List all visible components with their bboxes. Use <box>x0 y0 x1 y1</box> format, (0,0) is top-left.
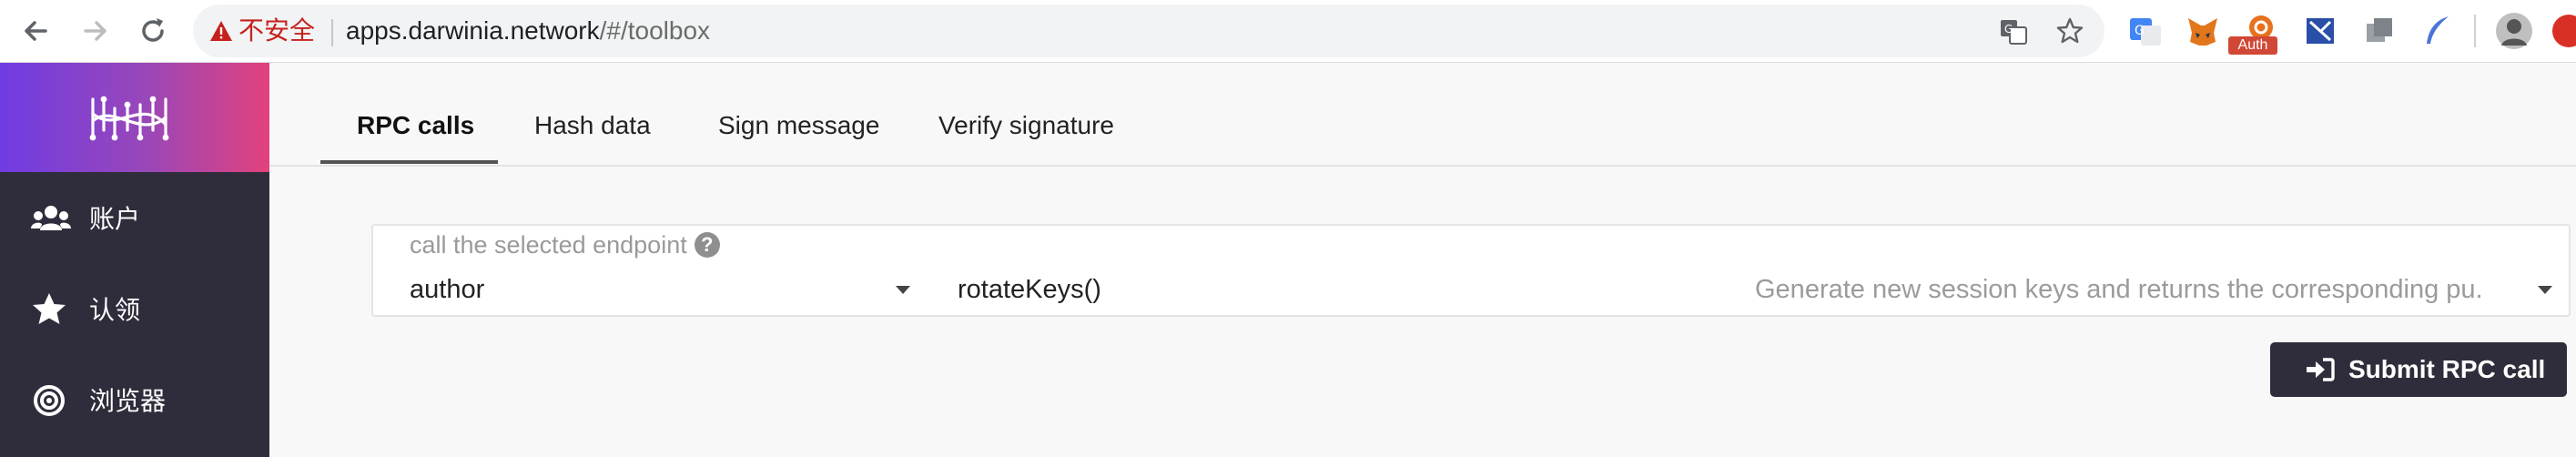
profile-avatar-icon[interactable] <box>2494 11 2534 51</box>
rpc-endpoint-selector: call the selected endpoint? author rotat… <box>371 224 2571 317</box>
rpc-section-value: author <box>410 275 485 304</box>
svg-text:G: G <box>2004 23 2013 36</box>
tab-rpc-calls[interactable]: RPC calls <box>357 63 474 165</box>
rpc-section-dropdown[interactable]: author <box>410 269 919 310</box>
warning-icon <box>210 21 232 41</box>
omnibox-divider <box>331 18 334 46</box>
rpc-method-dropdown[interactable]: rotateKeys() Generate new session keys a… <box>958 269 2560 310</box>
darwinia-logo-icon[interactable] <box>86 94 177 143</box>
toolbox-tabs: RPC calls Hash data Sign message Verify … <box>269 63 2576 167</box>
sidebar-item-label: 账户 <box>89 204 141 234</box>
submit-button-label: Submit RPC call <box>2348 355 2546 383</box>
sidebar-item-label: 浏览器 <box>89 386 167 416</box>
sidebar: 账户 认领 浏览器 <box>0 63 269 457</box>
sidebar-item-claim[interactable]: 认领 <box>0 265 269 356</box>
star-icon <box>33 293 66 324</box>
svg-text:G: G <box>2135 24 2145 38</box>
field-label: call the selected endpoint? <box>410 231 720 259</box>
polkadot-extension-icon[interactable] <box>2301 11 2341 51</box>
tab-verify-signature[interactable]: Verify signature <box>938 63 1114 165</box>
back-arrow-icon[interactable] <box>18 13 55 49</box>
sidebar-item-explorer[interactable]: 浏览器 <box>0 356 269 447</box>
tab-sign-message[interactable]: Sign message <box>718 63 879 165</box>
rpc-method-description: Generate new session keys and returns th… <box>1755 275 2483 304</box>
feather-extension-icon[interactable] <box>2418 11 2458 51</box>
sign-in-icon <box>2307 358 2335 381</box>
submit-rpc-call-button[interactable]: Submit RPC call <box>2270 342 2567 397</box>
target-icon <box>34 385 65 416</box>
forward-arrow-icon[interactable] <box>76 13 113 49</box>
tabs-extension-icon[interactable] <box>2359 11 2399 51</box>
tab-hash-data[interactable]: Hash data <box>534 63 651 165</box>
chevron-down-icon <box>2538 286 2552 294</box>
users-icon <box>31 206 71 230</box>
url-host: apps.darwinia.network <box>346 16 600 45</box>
update-alert-icon[interactable] <box>2549 11 2576 51</box>
toolbar-divider <box>2474 15 2476 47</box>
browser-toolbar: 不安全 apps.darwinia.network/#/toolbox G G A… <box>0 0 2576 63</box>
chevron-down-icon <box>896 286 910 294</box>
field-label-text: call the selected endpoint <box>410 231 687 259</box>
metamask-fox-icon[interactable] <box>2183 11 2223 51</box>
security-warning-label: 不安全 <box>238 15 316 46</box>
sidebar-item-accounts[interactable]: 账户 <box>0 174 269 265</box>
auth-extension-badge: Auth <box>2228 36 2277 55</box>
help-icon[interactable]: ? <box>694 232 720 258</box>
translate-icon[interactable]: G <box>1999 17 2028 46</box>
address-bar[interactable]: 不安全 apps.darwinia.network/#/toolbox G <box>193 5 2104 57</box>
reload-icon[interactable] <box>135 13 171 49</box>
sidebar-item-label: 认领 <box>89 295 141 325</box>
google-translate-extension-icon[interactable]: G <box>2125 11 2165 51</box>
bookmark-star-icon[interactable] <box>2055 16 2084 46</box>
url-path: /#/toolbox <box>599 16 711 45</box>
rpc-method-value: rotateKeys() <box>958 275 1101 304</box>
logo-header <box>0 63 269 172</box>
active-tab-indicator <box>320 160 498 164</box>
